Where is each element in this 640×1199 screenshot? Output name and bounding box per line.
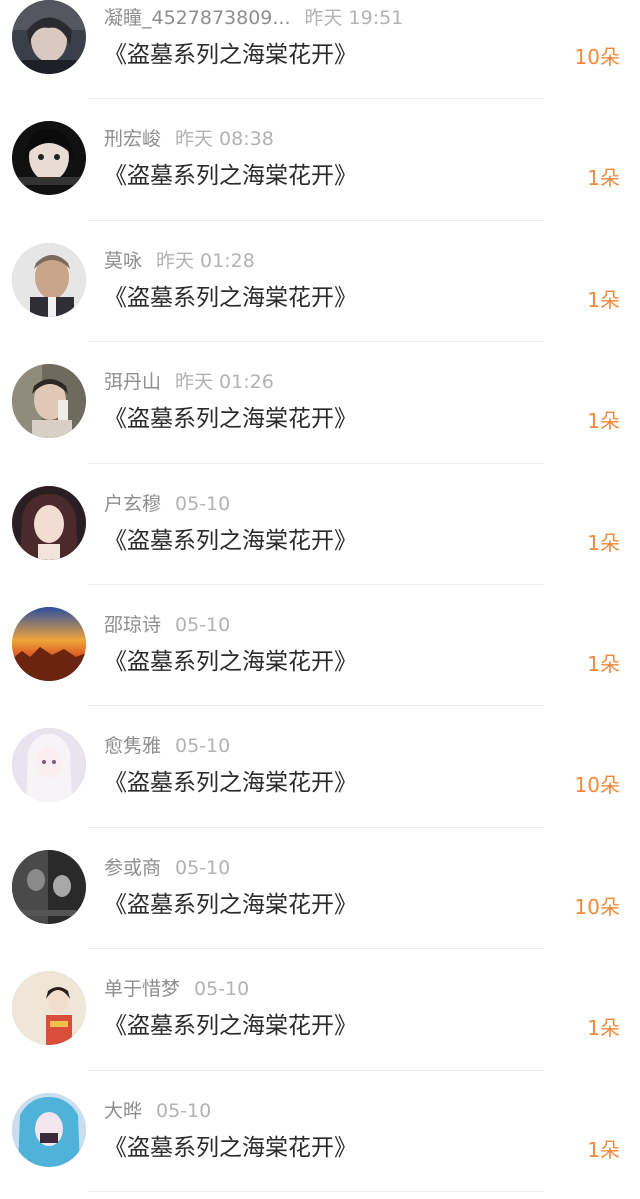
list-item[interactable]: 大晔 05-10 《盗墓系列之海棠花开》 1朵 (0, 1071, 640, 1192)
user-name[interactable]: 邵琼诗 (104, 614, 161, 636)
flower-count: 1朵 (587, 651, 620, 676)
avatar[interactable] (12, 1092, 86, 1167)
avatar[interactable] (12, 971, 86, 1046)
user-name[interactable]: 愈隽雅 (104, 735, 161, 757)
book-title[interactable]: 《盗墓系列之海棠花开》 (104, 526, 357, 556)
list-item[interactable]: 凝瞳_4527873809... 昨天 19:51 《盗墓系列之海棠花开》 10朵 (0, 0, 640, 100)
timestamp: 05-10 (175, 492, 231, 515)
avatar[interactable] (12, 242, 86, 317)
flower-count: 1朵 (587, 409, 620, 434)
timestamp: 昨天 01:28 (156, 249, 255, 272)
user-name[interactable]: 户玄穆 (104, 493, 161, 515)
flower-count: 1朵 (587, 287, 620, 312)
timestamp: 05-10 (175, 613, 231, 636)
avatar[interactable] (12, 485, 86, 560)
divider (88, 1190, 544, 1192)
user-name[interactable]: 弭丹山 (104, 371, 161, 393)
avatar[interactable] (12, 121, 86, 196)
timestamp: 昨天 19:51 (304, 7, 404, 29)
list-item[interactable]: 参或商 05-10 《盗墓系列之海棠花开》 10朵 (0, 828, 640, 950)
list-item[interactable]: 弭丹山 昨天 01:26 《盗墓系列之海棠花开》 1朵 (0, 342, 640, 464)
timestamp: 昨天 08:38 (175, 128, 274, 151)
user-name[interactable]: 单于惜梦 (104, 978, 180, 1000)
avatar[interactable] (12, 728, 86, 803)
list-item[interactable]: 邵琼诗 05-10 《盗墓系列之海棠花开》 1朵 (0, 585, 640, 707)
book-title[interactable]: 《盗墓系列之海棠花开》 (104, 890, 357, 920)
flower-count: 1朵 (587, 1016, 620, 1041)
list-item[interactable]: 刑宏峻 昨天 08:38 《盗墓系列之海棠花开》 1朵 (0, 99, 640, 221)
user-name[interactable]: 凝瞳_4527873809... (104, 7, 291, 29)
book-title[interactable]: 《盗墓系列之海棠花开》 (104, 283, 357, 313)
book-title[interactable]: 《盗墓系列之海棠花开》 (104, 40, 357, 70)
avatar[interactable] (12, 364, 86, 439)
timestamp: 05-10 (175, 735, 231, 758)
timestamp: 05-10 (175, 856, 231, 879)
flower-count: 10朵 (574, 45, 620, 69)
list-item[interactable]: 莫咏 昨天 01:28 《盗墓系列之海棠花开》 1朵 (0, 221, 640, 343)
flower-count: 10朵 (574, 894, 620, 919)
book-title[interactable]: 《盗墓系列之海棠花开》 (104, 404, 357, 434)
list-item[interactable]: 户玄穆 05-10 《盗墓系列之海棠花开》 1朵 (0, 464, 640, 585)
book-title[interactable]: 《盗墓系列之海棠花开》 (104, 1133, 357, 1163)
user-name[interactable]: 大晔 (104, 1100, 142, 1122)
flower-count: 1朵 (587, 166, 620, 191)
user-name[interactable]: 刑宏峻 (104, 128, 161, 150)
book-title[interactable]: 《盗墓系列之海棠花开》 (104, 768, 357, 798)
gift-record-list: 凝瞳_4527873809... 昨天 19:51 《盗墓系列之海棠花开》 10朵… (0, 0, 640, 1192)
user-name[interactable]: 莫咏 (104, 250, 142, 272)
list-item[interactable]: 单于惜梦 05-10 《盗墓系列之海棠花开》 1朵 (0, 949, 640, 1071)
avatar[interactable] (12, 849, 86, 924)
avatar[interactable] (12, 0, 86, 74)
flower-count: 1朵 (587, 1137, 620, 1162)
flower-count: 10朵 (574, 773, 620, 798)
book-title[interactable]: 《盗墓系列之海棠花开》 (104, 161, 357, 191)
flower-count: 1朵 (587, 530, 620, 555)
book-title[interactable]: 《盗墓系列之海棠花开》 (104, 1011, 357, 1041)
timestamp: 05-10 (194, 978, 250, 1001)
timestamp: 05-10 (156, 1099, 212, 1122)
timestamp: 昨天 01:26 (175, 371, 274, 394)
list-item[interactable]: 愈隽雅 05-10 《盗墓系列之海棠花开》 10朵 (0, 706, 640, 828)
user-name[interactable]: 参或商 (104, 857, 161, 879)
book-title[interactable]: 《盗墓系列之海棠花开》 (104, 647, 357, 677)
avatar[interactable] (12, 606, 86, 681)
